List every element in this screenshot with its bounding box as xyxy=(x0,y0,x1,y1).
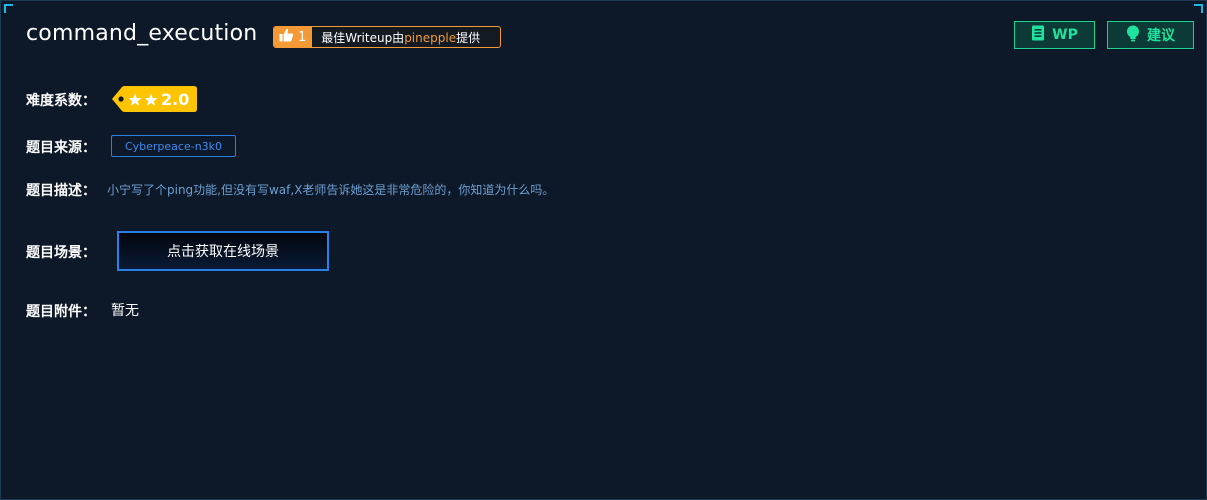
description-text: 小宁写了个ping功能,但没有写waf,X老师告诉她这是非常危险的，你知道为什么… xyxy=(107,183,555,197)
difficulty-label: 难度系数： xyxy=(26,93,96,109)
scene-label: 题目场景： xyxy=(26,245,96,261)
source-tag: Cyberpeace-n3k0 xyxy=(111,135,236,157)
corner-decoration xyxy=(4,4,13,13)
like-count-value: 1 xyxy=(298,29,307,45)
get-scene-button[interactable]: 点击获取在线场景 xyxy=(117,231,329,271)
like-count: 1 xyxy=(274,27,313,47)
suggest-button[interactable]: 建议 xyxy=(1107,21,1194,49)
wp-button-label: WP xyxy=(1052,27,1078,43)
description-label: 题目描述： xyxy=(26,183,96,199)
writeup-author[interactable]: pinepple xyxy=(404,31,456,45)
writeup-suffix: 提供 xyxy=(456,30,481,45)
suggest-button-label: 建议 xyxy=(1147,28,1175,44)
lightbulb-icon xyxy=(1126,25,1140,46)
best-writeup-badge[interactable]: 1 最佳Writeup由pinepple提供 xyxy=(273,26,501,48)
challenge-panel: command_execution 1 最佳Writeup由pinepple提供 xyxy=(0,0,1207,500)
attachment-value: 暂无 xyxy=(111,303,139,319)
source-label: 题目来源： xyxy=(26,140,96,156)
corner-decoration xyxy=(1194,4,1203,13)
document-icon xyxy=(1031,25,1045,45)
star-icon xyxy=(144,92,158,111)
star-icon xyxy=(128,92,142,111)
thumbs-up-icon xyxy=(279,28,294,46)
wp-button[interactable]: WP xyxy=(1014,21,1095,49)
challenge-title: command_execution xyxy=(26,21,258,46)
writeup-prefix: 最佳Writeup由 xyxy=(321,30,405,45)
difficulty-value: 2.0 xyxy=(161,90,190,109)
writeup-credit: 最佳Writeup由pinepple提供 xyxy=(312,29,480,46)
attachment-label: 题目附件： xyxy=(26,304,96,320)
difficulty-tag: 2.0 xyxy=(112,86,197,112)
